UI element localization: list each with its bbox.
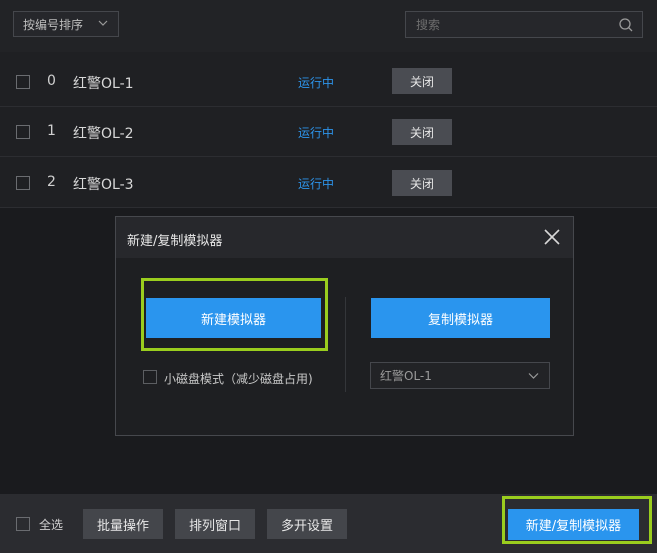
- close-emulator-button[interactable]: 关闭: [392, 170, 452, 196]
- status-badge: 运行中: [298, 126, 335, 140]
- new-copy-emulator-dialog: 新建/复制模拟器 新建模拟器 复制模拟器 小磁盘模式（减少磁盘占用) 红警OL-…: [115, 216, 574, 436]
- chevron-down-icon: [528, 373, 539, 379]
- copy-source-dropdown[interactable]: 红警OL-1: [370, 362, 550, 389]
- search-placeholder: 搜索: [416, 18, 441, 32]
- copy-emulator-button[interactable]: 复制模拟器: [371, 298, 550, 338]
- emulator-row: 1 红警OL-2 运行中 关闭: [0, 107, 657, 157]
- row-name: 红警OL-1: [73, 76, 134, 92]
- row-checkbox[interactable]: [16, 75, 30, 89]
- row-index: 0: [47, 73, 56, 89]
- batch-operation-button[interactable]: 批量操作: [83, 509, 163, 539]
- row-index: 2: [47, 174, 56, 190]
- status-badge: 运行中: [298, 76, 335, 90]
- select-all-checkbox[interactable]: [16, 517, 30, 531]
- new-copy-emulator-button[interactable]: 新建/复制模拟器: [508, 509, 639, 540]
- arrange-windows-button[interactable]: 排列窗口: [175, 509, 255, 539]
- close-icon[interactable]: [543, 228, 561, 246]
- row-checkbox[interactable]: [16, 125, 30, 139]
- row-name: 红警OL-3: [73, 177, 134, 193]
- top-toolbar: 按编号排序 搜索: [0, 0, 657, 52]
- copy-source-value: 红警OL-1: [380, 369, 432, 383]
- sort-dropdown-label: 按编号排序: [23, 17, 84, 32]
- new-emulator-button[interactable]: 新建模拟器: [146, 298, 321, 338]
- dialog-divider: [345, 297, 346, 392]
- close-emulator-button[interactable]: 关闭: [392, 119, 452, 145]
- small-disk-label: 小磁盘模式（减少磁盘占用): [164, 372, 313, 386]
- small-disk-checkbox[interactable]: [143, 370, 157, 384]
- emulator-row: 0 红警OL-1 运行中 关闭: [0, 57, 657, 107]
- row-index: 1: [47, 123, 56, 139]
- chevron-down-icon: [98, 20, 108, 26]
- close-emulator-button[interactable]: 关闭: [392, 68, 452, 94]
- row-checkbox[interactable]: [16, 176, 30, 190]
- dialog-title: 新建/复制模拟器: [127, 234, 223, 249]
- multi-instance-settings-button[interactable]: 多开设置: [267, 509, 347, 539]
- status-badge: 运行中: [298, 177, 335, 191]
- search-input[interactable]: 搜索: [405, 11, 643, 38]
- search-icon[interactable]: [618, 17, 634, 33]
- dialog-header: 新建/复制模拟器: [116, 217, 573, 258]
- select-all-label: 全选: [39, 518, 64, 532]
- emulator-row: 2 红警OL-3 运行中 关闭: [0, 158, 657, 208]
- sort-dropdown[interactable]: 按编号排序: [13, 11, 119, 37]
- row-name: 红警OL-2: [73, 126, 134, 142]
- bottom-toolbar: 全选 批量操作 排列窗口 多开设置 新建/复制模拟器: [0, 494, 657, 553]
